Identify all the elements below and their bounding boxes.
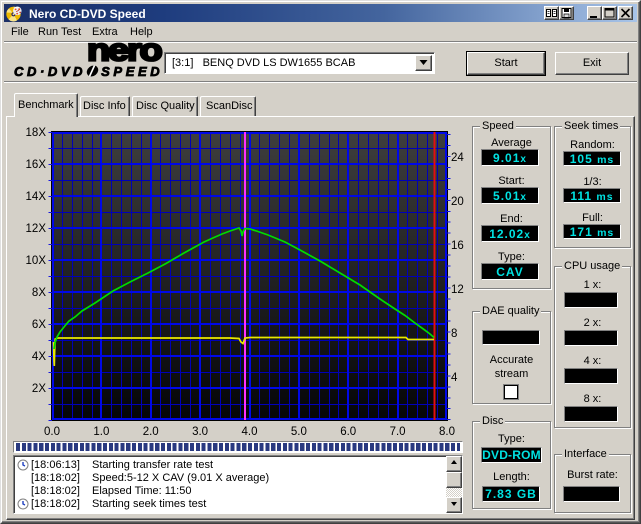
svg-text:24: 24 xyxy=(451,152,464,164)
svg-text:6X: 6X xyxy=(32,319,46,331)
svg-text:8X: 8X xyxy=(32,287,46,299)
svg-text:12X: 12X xyxy=(26,223,47,235)
svg-text:3.0: 3.0 xyxy=(192,426,208,438)
svg-text:2X: 2X xyxy=(32,383,46,395)
svg-text:6.0: 6.0 xyxy=(340,426,356,438)
svg-text:4X: 4X xyxy=(32,351,46,363)
svg-text:4: 4 xyxy=(451,372,458,384)
svg-text:8: 8 xyxy=(451,328,457,340)
svg-text:7.0: 7.0 xyxy=(390,426,406,438)
svg-text:8.0: 8.0 xyxy=(439,426,455,438)
svg-text:16: 16 xyxy=(451,240,464,252)
svg-text:2.0: 2.0 xyxy=(143,426,159,438)
svg-text:10X: 10X xyxy=(26,255,47,267)
svg-text:4.0: 4.0 xyxy=(242,426,258,438)
svg-text:14X: 14X xyxy=(26,191,47,203)
svg-text:0.0: 0.0 xyxy=(44,426,60,438)
svg-text:5.0: 5.0 xyxy=(291,426,307,438)
svg-text:16X: 16X xyxy=(26,159,47,171)
svg-text:20: 20 xyxy=(451,196,464,208)
svg-text:12: 12 xyxy=(451,284,464,296)
svg-text:1.0: 1.0 xyxy=(93,426,109,438)
svg-text:18X: 18X xyxy=(26,127,47,139)
